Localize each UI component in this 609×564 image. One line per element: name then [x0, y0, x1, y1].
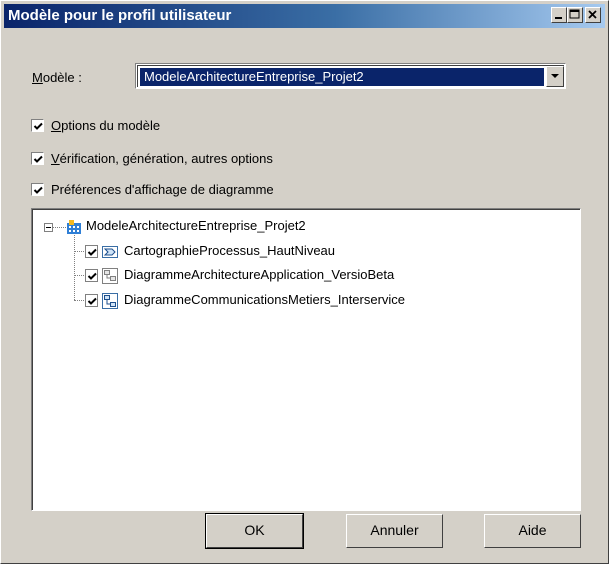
- tree-checkbox[interactable]: [85, 269, 98, 282]
- close-icon: [588, 10, 597, 19]
- model-building-icon: [67, 220, 81, 234]
- checkmark-icon: [87, 248, 97, 256]
- tree-root-label[interactable]: ModeleArchitectureEntreprise_Projet2: [86, 218, 306, 233]
- application-diagram-icon: [102, 268, 118, 284]
- tree-checkbox[interactable]: [85, 245, 98, 258]
- option-label: Préférences d'affichage de diagramme: [51, 182, 274, 197]
- checkmark-icon: [87, 272, 97, 280]
- title-bar[interactable]: Modèle pour le profil utilisateur: [4, 4, 605, 28]
- checkbox[interactable]: [31, 119, 44, 132]
- collapse-toggle[interactable]: [44, 223, 53, 232]
- cancel-button[interactable]: Annuler: [346, 514, 443, 548]
- close-button[interactable]: [585, 7, 601, 23]
- checkmark-icon: [33, 122, 43, 130]
- chevron-down-icon: [551, 74, 559, 78]
- help-button[interactable]: Aide: [484, 514, 581, 548]
- communication-diagram-icon: [102, 293, 118, 309]
- checkmark-icon: [87, 297, 97, 305]
- tree-item-label[interactable]: DiagrammeCommunicationsMetiers_Interserv…: [124, 292, 405, 307]
- checkbox[interactable]: [31, 183, 44, 196]
- minimize-button[interactable]: [551, 7, 567, 23]
- combobox-dropdown-button[interactable]: [546, 66, 564, 87]
- tree-item-label[interactable]: CartographieProcessus_HautNiveau: [124, 243, 335, 258]
- tree-checkbox[interactable]: [85, 294, 98, 307]
- dialog-window: Modèle pour le profil utilisateur Modèle…: [0, 0, 609, 564]
- window-title: Modèle pour le profil utilisateur: [8, 7, 232, 24]
- checkmark-icon: [33, 186, 43, 194]
- option-label: Vérification, génération, autres options: [51, 151, 273, 166]
- checkbox[interactable]: [31, 152, 44, 165]
- model-label: Modèle :: [32, 70, 82, 85]
- model-combobox[interactable]: ModeleArchitectureEntreprise_Projet2: [135, 63, 566, 89]
- maximize-icon: [569, 9, 580, 19]
- ok-button[interactable]: OK: [205, 513, 304, 549]
- tree-item-label[interactable]: DiagrammeArchitectureApplication_VersioB…: [124, 267, 394, 282]
- maximize-button[interactable]: [567, 7, 583, 23]
- model-tree-view[interactable]: ModeleArchitectureEntreprise_Projet2 Car…: [31, 208, 581, 511]
- model-combobox-value: ModeleArchitectureEntreprise_Projet2: [140, 68, 544, 86]
- option-label: Options du modèle: [51, 118, 161, 133]
- checkmark-icon: [33, 155, 43, 163]
- process-diagram-icon: [102, 246, 118, 258]
- minimize-icon: [555, 17, 562, 19]
